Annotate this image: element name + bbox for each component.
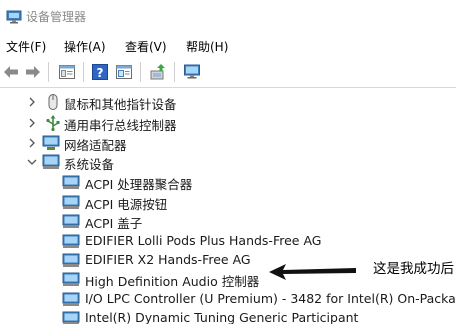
help-icon: ? [92, 64, 108, 80]
system-device-icon [62, 214, 80, 228]
device-label: EDIFIER X2 Hands-Free AG [85, 252, 251, 267]
device-row[interactable]: Intel(R) Dynamic Tuning Generic Particip… [0, 308, 456, 324]
chevron-right-icon[interactable] [26, 137, 38, 149]
system-device-icon [62, 272, 80, 286]
menu-bar: 文件(F) 操作(A) 查看(V) 帮助(H) [0, 35, 456, 57]
menu-help[interactable]: 帮助(H) [185, 38, 229, 55]
system-device-icon [62, 175, 80, 189]
tree-category-usb[interactable]: 通用串行总线控制器 [0, 113, 456, 133]
device-row[interactable]: ACPI 处理器聚合器 [0, 172, 456, 192]
category-label: 系统设备 [64, 157, 115, 172]
svg-text:?: ? [97, 66, 104, 80]
scan-hardware-button[interactable] [181, 61, 203, 83]
device-row[interactable]: I/O LPC Controller (U Premium) - 3482 fo… [0, 289, 456, 309]
category-label: 鼠标和其他指针设备 [64, 97, 177, 112]
usb-icon [46, 115, 60, 131]
device-label: High Definition Audio 控制器 [85, 274, 260, 289]
forward-button[interactable] [22, 61, 44, 83]
device-label: EDIFIER Lolli Pods Plus Hands-Free AG [85, 233, 322, 248]
view-button[interactable] [113, 61, 135, 83]
system-device-icon [62, 311, 80, 324]
title-bar: 设备管理器 [0, 0, 456, 34]
tree-category-mouse[interactable]: 鼠标和其他指针设备 [0, 92, 456, 112]
menu-action[interactable]: 操作(A) [63, 38, 107, 55]
monitor-scan-icon [184, 64, 200, 79]
tree-category-network[interactable]: 网络适配器 [0, 133, 456, 153]
device-tree: 鼠标和其他指针设备 通用串行总线控制器 网络适配器 系统设备 ACPI 处理器聚… [0, 87, 456, 324]
system-device-icon [62, 195, 80, 209]
device-row[interactable]: ACPI 电源按钮 [0, 192, 456, 212]
device-label: Intel(R) Dynamic Tuning Generic Particip… [85, 310, 359, 324]
forward-icon [26, 66, 40, 78]
category-label: 通用串行总线控制器 [64, 118, 177, 133]
toolbar-separator [140, 62, 141, 82]
back-button[interactable] [0, 61, 22, 83]
system-device-icon [42, 154, 60, 169]
properties-button[interactable] [56, 61, 78, 83]
update-driver-button[interactable] [147, 61, 169, 83]
toolbar-separator [83, 62, 84, 82]
chevron-right-icon[interactable] [26, 96, 38, 108]
window-title: 设备管理器 [26, 10, 87, 24]
system-device-icon [62, 234, 80, 248]
annotation-arrow-icon [269, 264, 356, 280]
toolbar: ? [0, 58, 456, 86]
device-label: I/O LPC Controller (U Premium) - 3482 fo… [85, 291, 456, 306]
mouse-icon [48, 94, 58, 110]
annotation-text: 这是我成功后 [373, 261, 454, 277]
device-manager-icon [6, 10, 22, 24]
device-row[interactable]: ACPI 盖子 [0, 211, 456, 231]
device-row[interactable]: EDIFIER Lolli Pods Plus Hands-Free AG [0, 231, 456, 251]
device-label: ACPI 盖子 [85, 216, 143, 231]
system-device-icon [62, 292, 80, 306]
chevron-right-icon[interactable] [26, 117, 38, 129]
toolbar-separator [48, 62, 49, 82]
tree-category-system-devices[interactable]: 系统设备 [0, 152, 456, 172]
back-icon [4, 66, 18, 78]
network-adapter-icon [42, 135, 60, 150]
update-driver-icon [150, 64, 165, 80]
view-icon [116, 65, 132, 79]
properties-icon [59, 65, 75, 79]
help-button[interactable]: ? [89, 61, 111, 83]
system-device-icon [62, 253, 80, 267]
device-label: ACPI 处理器聚合器 [85, 177, 193, 192]
toolbar-separator [174, 62, 175, 82]
menu-file[interactable]: 文件(F) [5, 38, 47, 55]
chevron-down-icon[interactable] [26, 156, 38, 168]
menu-view[interactable]: 查看(V) [124, 38, 168, 55]
